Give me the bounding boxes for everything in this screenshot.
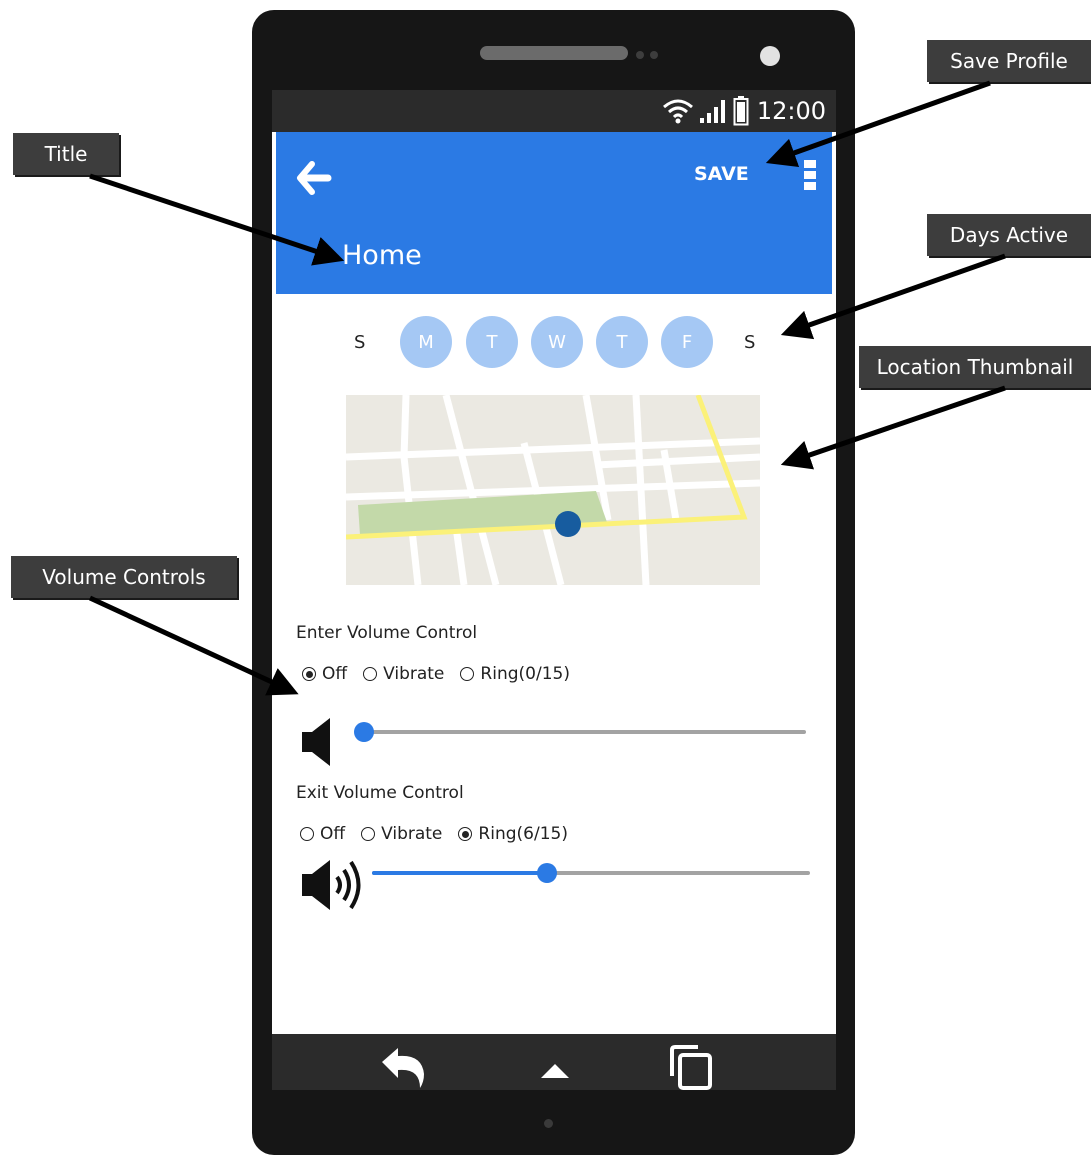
speaker-muted-icon [302,718,330,766]
navigation-bar [272,1034,836,1090]
earpiece-speaker [480,46,628,60]
day-monday[interactable]: M [400,316,452,368]
status-icons: 12:00 [661,96,826,126]
home-icon [541,1064,569,1078]
speaker-loud-icon [302,860,361,910]
enter-volume-vibrate-option[interactable]: Vibrate [363,664,444,684]
nav-home-button[interactable] [528,1044,582,1090]
enter-volume-off-label: Off [322,664,348,684]
callout-location-thumbnail: Location Thumbnail [859,346,1091,388]
exit-volume-fill [372,871,548,875]
page-title: Home [342,240,422,271]
back-button[interactable] [296,158,336,198]
exit-volume-ring-radio[interactable] [458,827,473,841]
day-friday[interactable]: F [661,316,713,368]
location-thumbnail[interactable] [346,395,760,585]
exit-volume-mode-group: Off Vibrate Ring (6/15) [300,824,568,844]
day-thursday[interactable]: T [596,316,648,368]
exit-volume-off-label: Off [320,824,346,844]
day-saturday[interactable]: S [744,332,755,353]
wifi-icon [662,99,693,124]
hardware-home-dot [544,1119,553,1128]
exit-volume-off-option[interactable]: Off [300,824,345,844]
sensor-dot [650,51,658,59]
exit-volume-slider[interactable] [372,863,810,883]
status-bar: 12:00 [272,90,836,132]
exit-volume-off-radio[interactable] [300,827,314,841]
exit-volume-level-text: (6/15) [516,824,568,844]
days-active-selector: S M T W T F S [272,316,836,370]
enter-volume-vibrate-radio[interactable] [363,667,378,681]
enter-volume-off-radio[interactable] [302,667,316,681]
enter-volume-label: Enter Volume Control [296,623,478,643]
enter-volume-slider[interactable] [354,722,806,742]
status-time: 12:00 [756,97,826,125]
recent-apps-icon [670,1045,712,1090]
more-options-button[interactable] [804,158,820,194]
enter-volume-ring-label: Ring [480,664,519,684]
phone-screen: 12:00 SAVE Home S M T W T F S Enter Volu… [272,90,836,1090]
callout-days-active: Days Active [927,214,1091,256]
callout-save-profile: Save Profile [927,40,1091,82]
exit-volume-label: Exit Volume Control [296,783,464,803]
exit-volume-vibrate-radio[interactable] [361,827,376,841]
phone-frame: 12:00 SAVE Home S M T W T F S Enter Volu… [252,10,855,1155]
enter-volume-mode-group: Off Vibrate Ring (0/15) [302,664,570,684]
enter-volume-ring-option[interactable]: Ring (0/15) [460,664,570,684]
enter-volume-off-option[interactable]: Off [302,664,347,684]
enter-volume-ring-radio[interactable] [460,667,475,681]
day-sunday[interactable]: S [354,332,365,353]
more-vertical-icon [804,171,816,179]
signal-icon [699,100,725,123]
enter-volume-level-text: (0/15) [518,664,570,684]
sensor-dot [636,51,644,59]
nav-back-button[interactable] [378,1044,432,1090]
exit-volume-ring-option[interactable]: Ring (6/15) [458,824,568,844]
exit-volume-vibrate-label: Vibrate [381,824,443,844]
save-button[interactable]: SAVE [694,159,764,189]
enter-volume-track [364,730,806,734]
enter-volume-thumb[interactable] [354,722,374,742]
front-camera [760,46,780,66]
more-vertical-icon [804,182,816,190]
app-bar: SAVE Home [276,132,832,294]
exit-volume-vibrate-option[interactable]: Vibrate [361,824,442,844]
enter-volume-vibrate-label: Vibrate [383,664,445,684]
back-icon [382,1048,424,1088]
day-wednesday[interactable]: W [531,316,583,368]
day-tuesday[interactable]: T [466,316,518,368]
battery-icon [733,96,749,126]
arrow-left-icon [297,161,332,195]
more-vertical-icon [804,160,816,168]
nav-recent-apps-button[interactable] [664,1044,718,1090]
callout-title: Title [13,133,119,175]
exit-volume-thumb[interactable] [537,863,558,883]
exit-volume-ring-label: Ring [478,824,517,844]
callout-volume-controls: Volume Controls [11,556,237,598]
